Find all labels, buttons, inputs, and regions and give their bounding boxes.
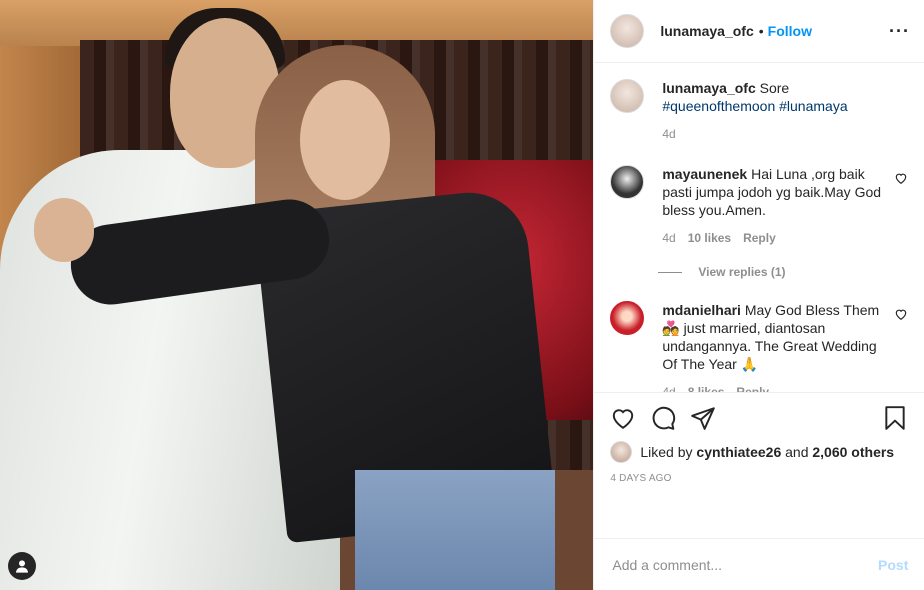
- more-options-button[interactable]: ···: [889, 21, 910, 42]
- follow-button[interactable]: Follow: [768, 23, 812, 39]
- reply-button[interactable]: Reply: [743, 229, 776, 247]
- caption: lunamaya_ofc Sore #queenofthemoon #lunam…: [610, 79, 908, 143]
- heart-icon[interactable]: [894, 307, 908, 321]
- caption-username[interactable]: lunamaya_ofc: [662, 80, 755, 96]
- hashtag-link[interactable]: #queenofthemoon: [662, 98, 775, 114]
- share-icon[interactable]: [690, 405, 716, 431]
- commenter-username[interactable]: mayaunenek: [662, 166, 747, 182]
- add-comment-bar: Post: [594, 538, 924, 590]
- commenter-avatar[interactable]: [610, 301, 645, 335]
- commenter-username[interactable]: mdanielhari: [662, 302, 741, 318]
- photo-hand: [34, 198, 94, 262]
- liked-by: Liked by cynthiatee26 and 2,060 others: [610, 441, 908, 463]
- heart-icon[interactable]: [894, 171, 908, 185]
- liked-by-conj: and: [785, 444, 809, 460]
- comment-time[interactable]: 4d: [662, 383, 675, 392]
- hashtag-link[interactable]: #lunamaya: [779, 98, 848, 114]
- photo-woman-face: [300, 80, 390, 200]
- view-replies-label: View replies (1): [698, 265, 786, 279]
- liked-by-user[interactable]: cynthiatee26: [696, 444, 781, 460]
- author-avatar[interactable]: [610, 14, 645, 48]
- comment-meta: 4d 8 likes Reply: [662, 383, 890, 392]
- header-separator: •: [758, 23, 764, 39]
- user-tag-icon: [16, 560, 28, 573]
- comment-time[interactable]: 4d: [662, 229, 675, 247]
- like-icon[interactable]: [610, 405, 636, 431]
- liked-by-others[interactable]: 2,060 others: [812, 444, 894, 460]
- comment-item: mdanielhari May God Bless Them 💑 just ma…: [610, 301, 908, 392]
- caption-text: Sore: [759, 80, 790, 96]
- liker-avatar[interactable]: [610, 441, 633, 463]
- caption-avatar[interactable]: [610, 79, 645, 113]
- commenter-avatar[interactable]: [610, 165, 645, 199]
- caption-time[interactable]: 4d: [662, 125, 675, 143]
- post-header: lunamaya_ofc • Follow ···: [594, 0, 924, 63]
- save-icon[interactable]: [882, 405, 908, 431]
- view-replies-line: [658, 271, 683, 273]
- comments-list[interactable]: lunamaya_ofc Sore #queenofthemoon #lunam…: [594, 63, 924, 392]
- user-tag-button[interactable]: [8, 552, 36, 580]
- action-icons: [610, 403, 908, 433]
- reply-button[interactable]: Reply: [736, 383, 769, 392]
- comment-likes[interactable]: 10 likes: [688, 229, 731, 247]
- post-timestamp[interactable]: 4 DAYS AGO: [610, 473, 908, 484]
- comment-meta: 4d 10 likes Reply: [662, 229, 890, 247]
- post-comment-button[interactable]: Post: [878, 557, 908, 573]
- post-actions: Liked by cynthiatee26 and 2,060 others 4…: [594, 392, 924, 538]
- post-side-panel: lunamaya_ofc • Follow ··· lunamaya_ofc S…: [593, 0, 924, 590]
- comment-icon[interactable]: [650, 405, 676, 431]
- post-modal: lunamaya_ofc • Follow ··· lunamaya_ofc S…: [0, 0, 924, 590]
- comment-item: mayaunenek Hai Luna ,org baik pasti jump…: [610, 165, 908, 247]
- view-replies-button[interactable]: View replies (1): [658, 265, 908, 279]
- post-photo[interactable]: [0, 0, 594, 590]
- comment-likes[interactable]: 8 likes: [688, 383, 725, 392]
- author-username[interactable]: lunamaya_ofc: [660, 23, 753, 39]
- liked-by-prefix: Liked by: [640, 444, 693, 460]
- comment-input[interactable]: [610, 555, 879, 574]
- photo-woman-jeans: [355, 470, 555, 590]
- caption-meta: 4d: [662, 125, 890, 143]
